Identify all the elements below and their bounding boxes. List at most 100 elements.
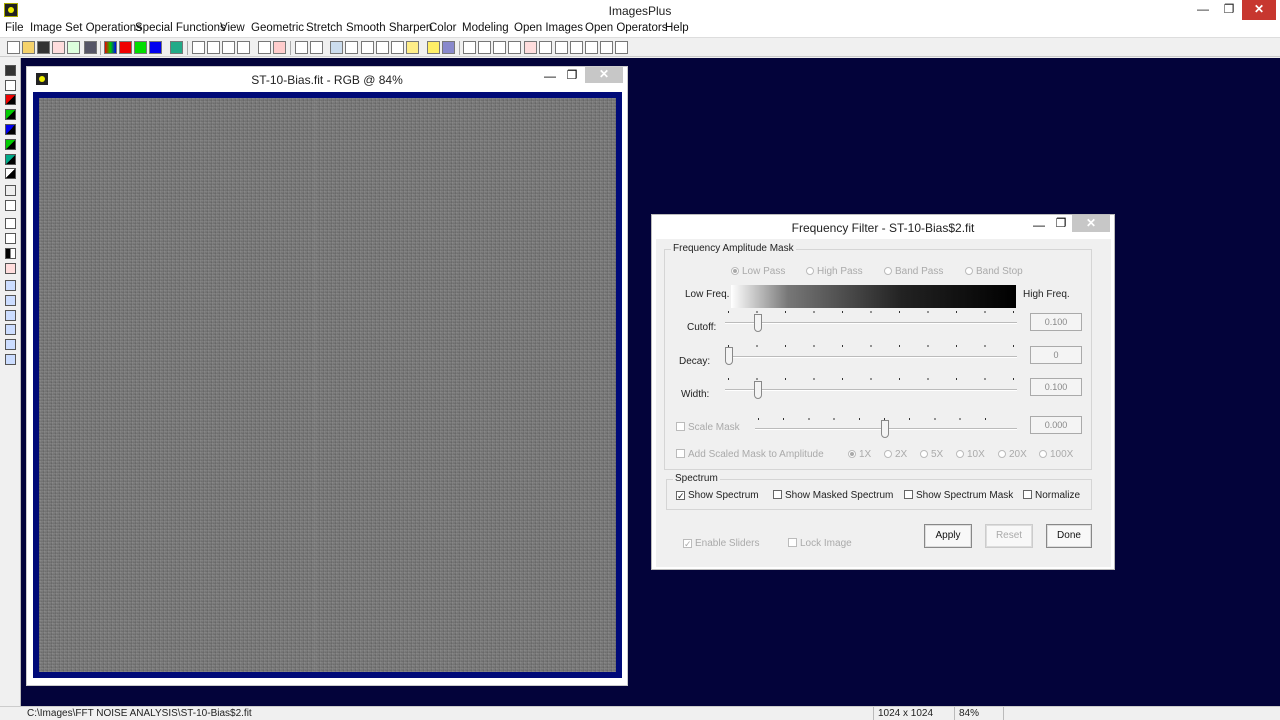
zoom-out-icon[interactable] [478, 41, 491, 54]
open-folder-icon[interactable] [22, 41, 35, 54]
decay-value[interactable]: 0 [1030, 346, 1082, 364]
high-pass-radio[interactable]: High Pass [806, 266, 863, 277]
histogram-icon[interactable] [310, 41, 323, 54]
show-masked-spectrum-checkbox[interactable]: Show Masked Spectrum [773, 490, 893, 501]
redo-all-icon[interactable] [237, 41, 250, 54]
redo-icon[interactable] [207, 41, 220, 54]
menu-stretch[interactable]: Stretch [306, 22, 342, 34]
lock-image-checkbox[interactable]: Lock Image [788, 538, 852, 549]
close-image-icon[interactable] [52, 41, 65, 54]
show-spectrum-checkbox[interactable]: ✓ Show Spectrum [676, 490, 759, 501]
menu-smooth-sharpen[interactable]: Smooth Sharpen [346, 22, 432, 34]
move-tool-icon[interactable] [5, 280, 16, 291]
rotate-left-tool-icon[interactable] [5, 324, 16, 335]
new-file-icon[interactable] [7, 41, 20, 54]
dialog-close-button[interactable]: ✕ [1072, 215, 1110, 232]
zoom-fit-icon[interactable] [493, 41, 506, 54]
cyan-tool-icon[interactable] [5, 154, 16, 165]
green-channel-icon[interactable] [134, 41, 147, 54]
red-channel-icon[interactable] [119, 41, 132, 54]
save-tool-icon[interactable] [5, 65, 16, 76]
menu-special-functions[interactable]: Special Functions [135, 22, 226, 34]
info-icon[interactable] [442, 41, 455, 54]
enable-sliders-checkbox[interactable]: ✓ Enable Sliders [683, 538, 759, 549]
lasso-tool-icon[interactable] [5, 185, 16, 196]
rgb-channels-icon[interactable] [104, 41, 117, 54]
zoom-plus-icon[interactable] [524, 41, 537, 54]
levels-icon[interactable] [330, 41, 343, 54]
scale-mask-checkbox[interactable]: Scale Mask [676, 422, 740, 433]
show-spectrum-mask-checkbox[interactable]: Show Spectrum Mask [904, 490, 1013, 501]
band-pass-radio[interactable]: Band Pass [884, 266, 943, 277]
scale-2x-radio[interactable]: 2X [884, 449, 907, 460]
record-icon[interactable] [258, 41, 271, 54]
rotate-right-tool-icon[interactable] [5, 339, 16, 350]
frequency-filter-dialog[interactable]: Frequency Filter - ST-10-Bias$2.fit — ❐ … [651, 214, 1115, 570]
frame-small-icon[interactable] [600, 41, 613, 54]
red-select-tool-icon[interactable] [5, 263, 16, 274]
close-button[interactable]: ✕ [1242, 0, 1276, 20]
grid-icon[interactable] [170, 41, 183, 54]
scale-20x-radio[interactable]: 20X [998, 449, 1027, 460]
menu-view[interactable]: View [220, 22, 245, 34]
select-tool-icon[interactable] [5, 218, 16, 229]
blue-channel-icon[interactable] [149, 41, 162, 54]
maximize-button[interactable]: ❐ [1216, 0, 1242, 20]
menu-color[interactable]: Color [429, 22, 456, 34]
split-tool-icon[interactable] [5, 248, 16, 259]
up-arrow-tool-icon[interactable] [5, 295, 16, 306]
decay-slider-thumb[interactable] [725, 347, 733, 365]
copy-tool-icon[interactable] [5, 354, 16, 365]
menu-modeling[interactable]: Modeling [462, 22, 509, 34]
menu-open-images[interactable]: Open Images [514, 22, 583, 34]
image-window-maximize-button[interactable]: ❐ [565, 68, 579, 82]
done-button[interactable]: Done [1046, 524, 1092, 548]
dialog-maximize-button[interactable]: ❐ [1054, 216, 1068, 230]
frame-medium-icon[interactable] [585, 41, 598, 54]
add-icon[interactable] [361, 41, 374, 54]
undo-all-icon[interactable] [222, 41, 235, 54]
frame-icon[interactable] [555, 41, 568, 54]
reset-button[interactable]: Reset [985, 524, 1033, 548]
stop-icon[interactable] [273, 41, 286, 54]
pencil-icon[interactable] [427, 41, 440, 54]
bias-frame-image[interactable] [39, 98, 616, 672]
cutoff-slider-track[interactable] [725, 322, 1017, 324]
band-stop-radio[interactable]: Band Stop [965, 266, 1023, 277]
low-pass-radio[interactable]: Low Pass [731, 266, 785, 277]
image-window-minimize-button[interactable]: — [543, 69, 557, 83]
scale-5x-radio[interactable]: 5X [920, 449, 943, 460]
menu-help[interactable]: Help [665, 22, 689, 34]
scale-slider-thumb[interactable] [881, 420, 889, 438]
apply-button[interactable]: Apply [924, 524, 972, 548]
green-black-tool-icon[interactable] [5, 109, 16, 120]
right-arrow-tool-icon[interactable] [5, 310, 16, 321]
image-window[interactable]: ST-10-Bias.fit - RGB @ 84% — ❐ ✕ [26, 66, 628, 686]
scale-100x-radio[interactable]: 100X [1039, 449, 1073, 460]
star-icon[interactable] [406, 41, 419, 54]
width-slider-track[interactable] [725, 389, 1017, 391]
dotted-line-icon[interactable] [295, 41, 308, 54]
undo-icon[interactable] [192, 41, 205, 54]
contrast-tool-icon[interactable] [5, 168, 16, 179]
frame-tiny-icon[interactable] [615, 41, 628, 54]
menu-geometric[interactable]: Geometric [251, 22, 304, 34]
red-black-tool-icon[interactable] [5, 94, 16, 105]
menu-open-operators[interactable]: Open Operators [585, 22, 667, 34]
decay-slider-track[interactable] [725, 356, 1017, 358]
crosshair-icon[interactable] [376, 41, 389, 54]
save-icon[interactable] [37, 41, 50, 54]
close-all-icon[interactable] [67, 41, 80, 54]
curves-icon[interactable] [345, 41, 358, 54]
normalize-checkbox[interactable]: Normalize [1023, 490, 1080, 501]
rectangle-tool-icon[interactable] [5, 80, 16, 91]
measure-icon[interactable] [391, 41, 404, 54]
frame-large-icon[interactable] [570, 41, 583, 54]
scale-1x-radio[interactable]: 1X [848, 449, 871, 460]
dialog-minimize-button[interactable]: — [1032, 218, 1046, 232]
scale-value[interactable]: 0.000 [1030, 416, 1082, 434]
scale-10x-radio[interactable]: 10X [956, 449, 985, 460]
minimize-button[interactable]: — [1190, 0, 1216, 20]
green-tool-icon[interactable] [5, 139, 16, 150]
menu-image-set-operations[interactable]: Image Set Operations [30, 22, 142, 34]
